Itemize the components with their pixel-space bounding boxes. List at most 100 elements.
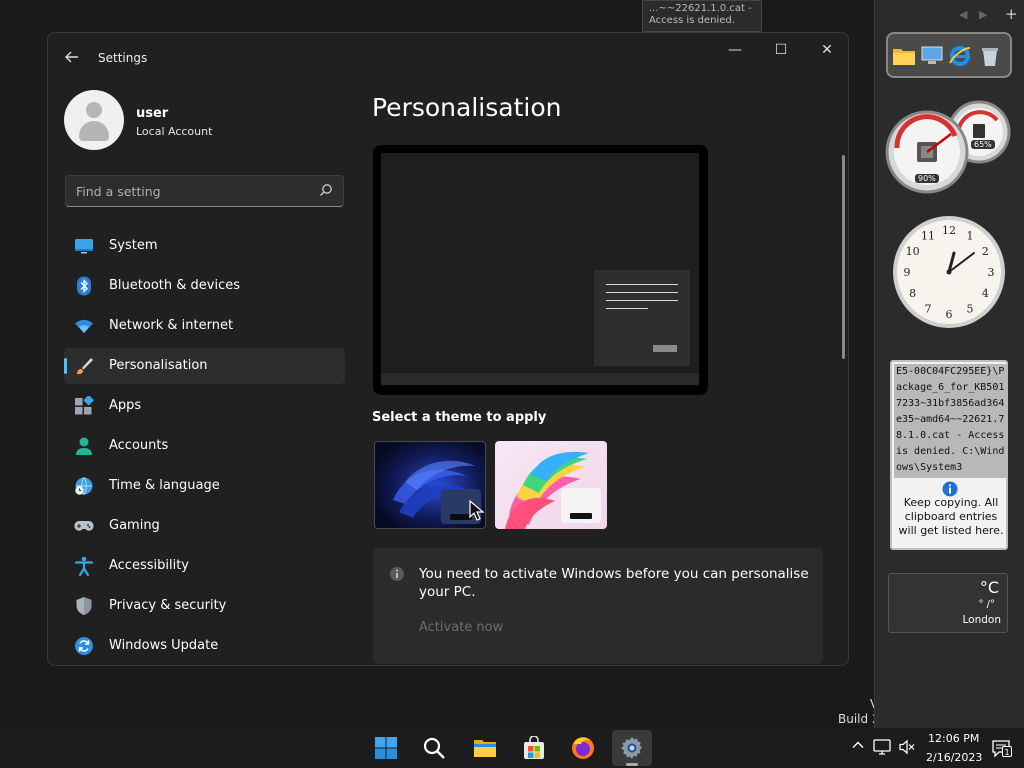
- wifi-icon: [75, 319, 93, 333]
- clock-numeral: 1: [967, 230, 974, 243]
- network-monitor-icon[interactable]: [873, 738, 891, 756]
- background-window-fragment: ...~~22621.1.0.cat - Access is denied.: [642, 0, 762, 32]
- sidebar-item-label: Apps: [109, 398, 142, 413]
- cpu-meter-gadget: 90% 65%: [885, 98, 1015, 194]
- clipboard-entry[interactable]: E5-00C04FC295EE}\Package_6_for_KB5017233…: [894, 364, 1008, 478]
- file-explorer-icon: [474, 740, 496, 757]
- sidebar-item-personalisation[interactable]: Personalisation: [64, 348, 345, 384]
- chevron-up-icon[interactable]: [851, 738, 865, 752]
- sidebar-item-apps[interactable]: Apps: [64, 388, 345, 424]
- sidebar-item-label: System: [109, 238, 158, 253]
- next-gadget-icon[interactable]: ▶: [979, 8, 987, 21]
- sidebar-item-system[interactable]: System: [64, 228, 345, 264]
- settings-window: Settings — ☐ ✕ user Local Account System…: [47, 32, 849, 666]
- cpu-meter-dials: [885, 100, 1011, 194]
- app-title: Settings: [98, 51, 148, 65]
- preview-line: [606, 292, 678, 293]
- sidebar-nav: System Bluetooth & devices Network & int…: [64, 228, 345, 665]
- globe-clock-icon: [75, 477, 93, 495]
- theme-thumbnail-colorful[interactable]: [495, 441, 607, 529]
- search-box: [65, 175, 344, 207]
- mouse-cursor-icon: [469, 500, 485, 521]
- monitor-icon: [75, 239, 93, 254]
- internet-explorer-icon[interactable]: [948, 45, 972, 67]
- settings-icon: [621, 737, 642, 759]
- previous-gadget-icon[interactable]: ◀: [959, 8, 967, 21]
- add-gadget-icon[interactable]: +: [1005, 5, 1018, 23]
- theme-preview: [373, 145, 708, 395]
- back-button[interactable]: [62, 47, 82, 67]
- sidebar-item-label: Bluetooth & devices: [109, 278, 240, 293]
- minimize-icon: —: [728, 42, 742, 58]
- shield-icon: [76, 597, 92, 615]
- preview-line: [606, 308, 648, 309]
- clock-gadget: 12 1 2 3 4 5 6 7 8 9 10 11: [892, 213, 1006, 331]
- sidebar-item-accessibility[interactable]: Accessibility: [64, 548, 345, 584]
- taskbar-date[interactable]: 2/16/2023: [926, 751, 982, 764]
- clock-numeral: 11: [921, 230, 935, 243]
- gadget-sidebar: ◀ ▶ + 90% 65% 12 12 3 45 6 78 9 1011: [874, 0, 1024, 728]
- speaker-muted-icon[interactable]: [898, 738, 916, 756]
- clipboard-gadget: E5-00C04FC295EE}\Package_6_for_KB5017233…: [890, 360, 1008, 550]
- sidebar-item-privacy-security[interactable]: Privacy & security: [64, 588, 345, 624]
- close-button[interactable]: ✕: [804, 33, 848, 67]
- weather-range: ° /°: [978, 599, 995, 610]
- info-icon: [390, 567, 404, 581]
- settings-taskbar-button[interactable]: [612, 730, 652, 766]
- info-icon: [942, 481, 958, 497]
- taskbar-search-button[interactable]: [414, 730, 454, 766]
- clipboard-hint: Keep copying. All clipboard entries will…: [898, 496, 1004, 537]
- computer-icon[interactable]: [920, 45, 944, 67]
- preview-button: [653, 345, 677, 352]
- analog-clock: 12 12 3 45 6 78 9 1011: [893, 216, 1005, 328]
- maximize-button[interactable]: ☐: [758, 33, 804, 67]
- store-button[interactable]: [514, 730, 554, 766]
- activation-notice: You need to activate Windows before you …: [373, 548, 823, 664]
- sidebar-item-label: Accessibility: [109, 558, 189, 573]
- person-icon: [76, 437, 92, 455]
- search-icon: [423, 737, 445, 759]
- avatar[interactable]: [64, 90, 124, 150]
- notification-center-button[interactable]: 1: [992, 740, 1012, 758]
- sidebar-item-bluetooth[interactable]: Bluetooth & devices: [64, 268, 345, 304]
- gamepad-icon: [74, 521, 94, 531]
- sidebar-item-label: Accounts: [109, 438, 169, 453]
- bluetooth-icon: [77, 276, 91, 296]
- minimize-button[interactable]: —: [712, 33, 758, 67]
- theme-thumbnail-dark[interactable]: [374, 441, 486, 529]
- weather-city[interactable]: London: [963, 614, 1002, 626]
- clock-numeral: 5: [967, 302, 974, 315]
- back-arrow-icon: [65, 51, 78, 63]
- sidebar-item-network[interactable]: Network & internet: [64, 308, 345, 344]
- recycle-bin-icon[interactable]: [978, 45, 1002, 67]
- preview-window: [594, 270, 690, 366]
- title-bar: Settings — ☐ ✕: [48, 33, 848, 81]
- sidebar-item-accounts[interactable]: Accounts: [64, 428, 345, 464]
- folder-icon[interactable]: [892, 45, 916, 67]
- close-icon: ✕: [821, 42, 833, 58]
- search-icon[interactable]: [319, 183, 333, 197]
- user-name: user: [136, 106, 169, 121]
- clock-numeral: 12: [942, 224, 956, 237]
- theme-badge-line: [570, 513, 592, 519]
- search-input[interactable]: [66, 176, 306, 206]
- sidebar-item-time-language[interactable]: Time & language: [64, 468, 345, 504]
- clock-numeral: 8: [909, 287, 916, 300]
- avatar-head: [86, 102, 102, 118]
- activate-now-link[interactable]: Activate now: [419, 620, 503, 635]
- accessibility-icon: [74, 556, 94, 576]
- file-explorer-button[interactable]: [465, 730, 505, 766]
- sidebar-item-windows-update[interactable]: Windows Update: [64, 628, 345, 664]
- scrollbar[interactable]: [842, 155, 845, 359]
- weather-gadget: °C ° /° London: [888, 573, 1008, 633]
- sidebar-item-label: Network & internet: [109, 318, 234, 333]
- sidebar-item-label: Gaming: [109, 518, 160, 533]
- theme-section-label: Select a theme to apply: [372, 410, 547, 425]
- firefox-button[interactable]: [563, 730, 603, 766]
- account-type: Local Account: [136, 125, 213, 138]
- notification-count: 1: [1002, 746, 1012, 757]
- apps-icon: [75, 396, 94, 415]
- taskbar-time[interactable]: 12:06 PM: [928, 732, 979, 745]
- start-button[interactable]: [366, 730, 406, 766]
- sidebar-item-gaming[interactable]: Gaming: [64, 508, 345, 544]
